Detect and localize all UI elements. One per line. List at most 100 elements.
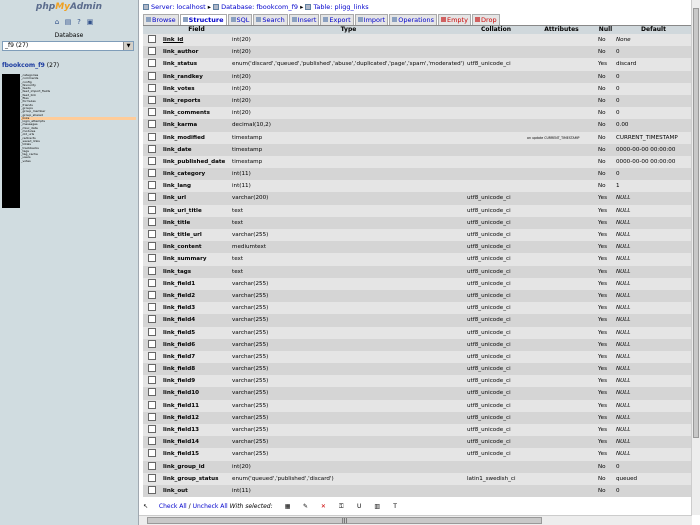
field-name[interactable]: link_content (160, 241, 230, 253)
row-checkbox[interactable] (147, 47, 156, 56)
fulltext-icon[interactable]: T (392, 503, 398, 510)
query-window-icon[interactable]: ▣ (86, 18, 94, 26)
browse-icon[interactable]: ▦ (285, 503, 291, 510)
scrollbar-thumb[interactable] (693, 8, 699, 438)
edit-pencil-icon[interactable]: ✎ (302, 503, 308, 510)
field-name[interactable]: link_field8 (160, 363, 230, 375)
tab-export[interactable]: Export (320, 14, 354, 25)
field-name[interactable]: link_karma (160, 119, 230, 131)
tab-browse[interactable]: Browse (143, 14, 179, 25)
field-name[interactable]: link_tags (160, 266, 230, 278)
field-name[interactable]: link_field3 (160, 302, 230, 314)
field-name[interactable]: link_summary (160, 253, 230, 265)
field-name[interactable]: link_randkey (160, 71, 230, 83)
tab-import[interactable]: Import (354, 14, 389, 25)
field-name[interactable]: link_title (160, 217, 230, 229)
field-name[interactable]: link_field10 (160, 387, 230, 399)
row-checkbox[interactable] (147, 181, 156, 190)
scrollbar-thumb[interactable]: ||| (147, 517, 542, 524)
tab-sql[interactable]: SQL (227, 14, 253, 25)
field-name[interactable]: link_votes (160, 83, 230, 95)
row-checkbox[interactable] (147, 449, 156, 458)
tab-insert[interactable]: Insert (288, 14, 320, 25)
row-checkbox[interactable] (147, 315, 156, 324)
tab-empty[interactable]: Empty (437, 14, 471, 25)
field-name[interactable]: link_field4 (160, 314, 230, 326)
row-checkbox[interactable] (147, 144, 156, 153)
row-checkbox[interactable] (147, 376, 156, 385)
horizontal-scrollbar[interactable]: ||| (139, 515, 692, 525)
row-checkbox[interactable] (147, 108, 156, 117)
vertical-scrollbar[interactable] (691, 0, 700, 515)
field-name[interactable]: link_url (160, 192, 230, 204)
tab-operations[interactable]: Operations (389, 14, 437, 25)
row-checkbox[interactable] (147, 461, 156, 470)
field-name[interactable]: link_field15 (160, 448, 230, 460)
field-name[interactable]: link_id (160, 34, 230, 46)
index-icon[interactable]: ▥ (374, 503, 380, 510)
field-name[interactable]: link_comments (160, 107, 230, 119)
field-name[interactable]: link_lang (160, 180, 230, 192)
field-name[interactable]: link_field12 (160, 412, 230, 424)
row-checkbox[interactable] (147, 364, 156, 373)
table-list-item[interactable]: _votes (21, 160, 136, 163)
field-name[interactable]: link_field5 (160, 327, 230, 339)
field-name[interactable]: link_group_status (160, 473, 230, 485)
row-checkbox[interactable] (147, 83, 156, 92)
row-checkbox[interactable] (147, 230, 156, 238)
sql-query-icon[interactable]: ▤ (64, 18, 72, 26)
chevron-down-icon[interactable]: ▼ (123, 42, 133, 50)
uncheck-all-link[interactable]: Uncheck All (193, 503, 228, 510)
row-checkbox[interactable] (147, 412, 156, 421)
breadcrumb-table[interactable]: Table: pligg_links (313, 3, 368, 11)
row-checkbox[interactable] (147, 217, 156, 226)
field-name[interactable]: link_author (160, 46, 230, 58)
phpmyadmin-logo[interactable]: phpMyAdmin (0, 2, 138, 12)
field-name[interactable]: link_field7 (160, 351, 230, 363)
row-checkbox[interactable] (147, 425, 156, 433)
field-name[interactable]: link_field11 (160, 400, 230, 412)
field-name[interactable]: link_modified (160, 132, 230, 144)
primary-key-icon[interactable]: ⚿ (338, 503, 344, 510)
row-checkbox[interactable] (147, 303, 156, 312)
database-select[interactable]: _f9 (27) ▼ (2, 41, 134, 51)
unique-icon[interactable]: U (356, 503, 362, 510)
field-name[interactable]: link_group_id (160, 461, 230, 473)
row-checkbox[interactable] (147, 327, 156, 336)
check-all-link[interactable]: Check All (159, 503, 187, 510)
row-checkbox[interactable] (147, 242, 156, 251)
field-name[interactable]: link_status (160, 58, 230, 70)
field-name[interactable]: link_field6 (160, 339, 230, 351)
home-icon[interactable]: ⌂ (53, 18, 61, 26)
field-name[interactable]: link_date (160, 144, 230, 156)
row-checkbox[interactable] (147, 120, 156, 129)
row-checkbox[interactable] (147, 266, 156, 275)
row-checkbox[interactable] (147, 193, 156, 202)
row-checkbox[interactable] (147, 400, 156, 409)
row-checkbox[interactable] (147, 437, 156, 446)
row-checkbox[interactable] (147, 485, 156, 494)
tab-structure[interactable]: Structure (179, 14, 227, 25)
row-checkbox[interactable] (147, 169, 156, 178)
field-name[interactable]: link_field9 (160, 375, 230, 387)
field-name[interactable]: link_field2 (160, 290, 230, 302)
row-checkbox[interactable] (147, 278, 156, 287)
row-checkbox[interactable] (147, 205, 156, 214)
database-link[interactable]: fbookcom_f9 (2, 62, 45, 69)
field-name[interactable]: link_reports (160, 95, 230, 107)
row-checkbox[interactable] (147, 95, 156, 104)
field-name[interactable]: link_category (160, 168, 230, 180)
breadcrumb-database[interactable]: Database: fbookcom_f9 (221, 3, 298, 11)
row-checkbox[interactable] (147, 473, 156, 482)
field-name[interactable]: link_published_date (160, 156, 230, 168)
field-name[interactable]: link_field14 (160, 436, 230, 448)
field-name[interactable]: link_field13 (160, 424, 230, 436)
row-checkbox[interactable] (147, 351, 156, 360)
row-checkbox[interactable] (147, 388, 156, 397)
field-name[interactable]: link_out (160, 485, 230, 497)
delete-x-icon[interactable]: ✕ (320, 503, 326, 510)
row-checkbox[interactable] (147, 132, 156, 141)
row-checkbox[interactable] (147, 71, 156, 80)
row-checkbox[interactable] (147, 339, 156, 348)
field-name[interactable]: link_title_url (160, 229, 230, 241)
